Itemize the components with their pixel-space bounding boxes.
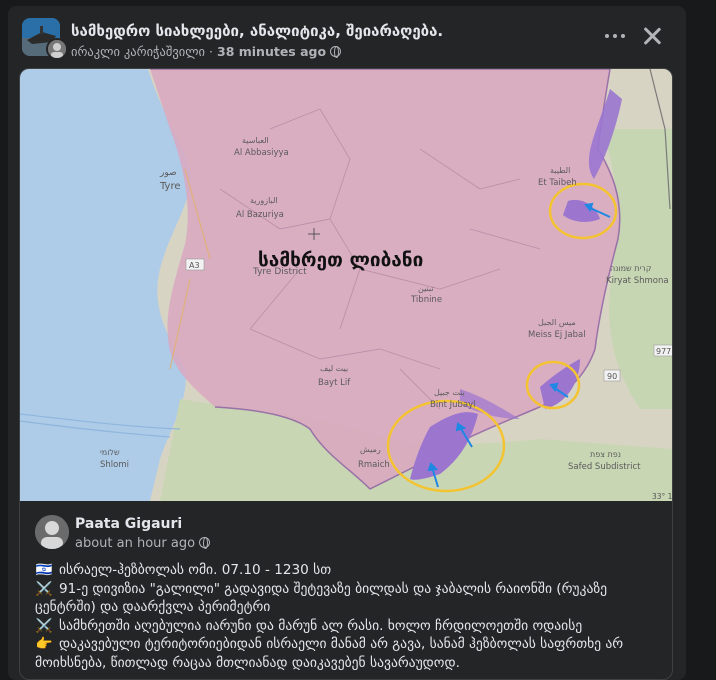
- map-coordinate: 33° 1: [652, 492, 673, 501]
- map-label-shlomi-he: שלומי: [100, 448, 120, 457]
- map-label-tibnine-ar: تبنين: [418, 284, 434, 293]
- post-line: ⚔️ 91-ე დივიზია "გალილი" გადავიდა შეტევაზ…: [35, 580, 608, 616]
- map-label-al-bazuriya: Al Bazuriya: [236, 210, 284, 220]
- map-label-bint-jubayl: Bint Jubayl: [430, 400, 476, 410]
- author-avatar[interactable]: [46, 38, 68, 60]
- pointing-hand-icon: 👉: [35, 636, 53, 652]
- post-meta: ირაკლი კარიჭაშვილი · 38 minutes ago: [71, 44, 342, 59]
- shared-post-text: 🇮🇱 ისრაელ-ჰეზბოლას ომი. 07.10 - 1230 სთ ⚔…: [35, 561, 660, 672]
- post-line: ⚔️ სამხრეთში აღებულია იარუნი და მარუნ ალ …: [35, 617, 583, 634]
- map-label-safed-he: נפת צפת: [590, 450, 621, 459]
- post-card: სამხედრო სიახლეები, ანალიტიკა, შეიარაღებ…: [8, 6, 686, 680]
- map-label-bayt-lif-ar: بيت ليف: [320, 364, 348, 373]
- author-name[interactable]: ირაკლი კარიჭაშვილი: [71, 44, 205, 59]
- shared-author-avatar[interactable]: [35, 515, 69, 549]
- map-image[interactable]: صور Tyre العباسية Al Abbasiyya البازورية…: [20, 69, 673, 501]
- map-label-al-bazuriya-ar: البازورية: [250, 196, 278, 205]
- globe-icon: [199, 537, 211, 549]
- group-name[interactable]: სამხედრო სიახლეები, ანალიტიკა, შეიარაღებ…: [71, 22, 443, 40]
- map-label-rmaich: Rmaich: [358, 460, 390, 470]
- map-label-kiryat: Kiryat Shmona: [606, 276, 669, 286]
- close-icon[interactable]: [641, 25, 663, 47]
- map-label-bayt-lif: Bayt Lif: [318, 378, 351, 388]
- map-label-shlomi: Shlomi: [100, 460, 129, 470]
- map-road-a3: A3: [189, 261, 200, 270]
- more-options-button[interactable]: [604, 26, 628, 46]
- map-label-meiss-ar: ميس الجبل: [538, 318, 576, 327]
- map-label-tibnine: Tibnine: [410, 295, 442, 305]
- crossed-swords-icon: ⚔️: [35, 580, 53, 597]
- globe-icon: [330, 46, 342, 58]
- map-label-kiryat-he: קרית שמונה: [610, 264, 652, 273]
- map-label-rmaich-ar: رميش: [360, 445, 381, 454]
- map-label-safed: Safed Subdistrict: [568, 462, 641, 472]
- map-road-90: 90: [607, 372, 617, 381]
- map-main-label: სამხრეთ ლიბანი: [258, 249, 423, 271]
- israel-flag-icon: 🇮🇱: [35, 562, 53, 578]
- map-label-sour: صور: [159, 168, 177, 178]
- map-label-al-abbasiyya-ar: العباسية: [242, 136, 269, 145]
- shared-post-time[interactable]: about an hour ago: [75, 536, 195, 551]
- map-road-977: 977: [656, 347, 671, 356]
- map-label-al-abbasiyya: Al Abbasiyya: [234, 148, 289, 158]
- shared-post-meta: about an hour ago: [75, 536, 211, 551]
- map-label-tyre: Tyre: [159, 181, 181, 192]
- map-label-et-taibeh-ar: الطيبة: [550, 166, 570, 175]
- post-time[interactable]: 38 minutes ago: [217, 44, 326, 59]
- post-line: 👉 დაკავებული ტერიტორიებიდან ისრაელი მანამ…: [35, 636, 624, 671]
- post-line: 🇮🇱 ისრაელ-ჰეზბოლას ომი. 07.10 - 1230 სთ: [35, 562, 332, 578]
- crossed-swords-icon: ⚔️: [35, 617, 53, 634]
- map-label-bint-jubayl-ar: بنت جبيل: [434, 388, 465, 397]
- shared-author-name[interactable]: Paata Gigauri: [75, 516, 182, 532]
- shared-post: صور Tyre العباسية Al Abbasiyya البازورية…: [19, 68, 673, 680]
- map-label-meiss: Meiss Ej Jabal: [528, 330, 586, 340]
- map-label-et-taibeh: Et Taibeh: [538, 178, 577, 188]
